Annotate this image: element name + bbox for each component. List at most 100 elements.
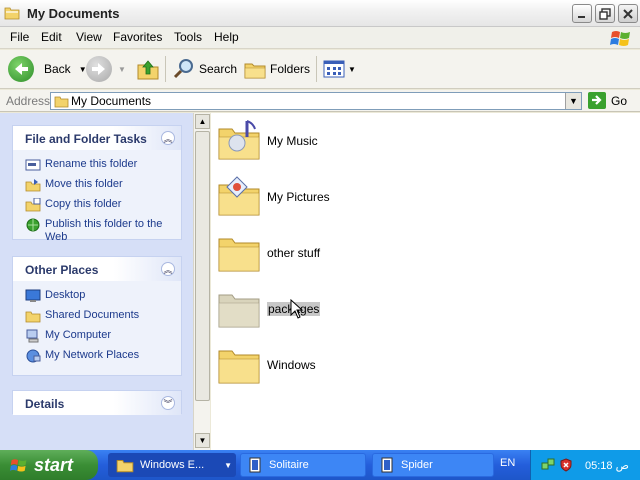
- desktop-link[interactable]: Desktop: [25, 289, 85, 303]
- my-network-places-link[interactable]: My Network Places: [25, 349, 139, 363]
- menu-file[interactable]: File: [10, 30, 29, 44]
- folder-icon: [218, 294, 260, 328]
- address-input[interactable]: My Documents ▼: [50, 92, 582, 110]
- collapse-icon[interactable]: ︽: [161, 131, 175, 145]
- toolbar-separator: [316, 56, 317, 82]
- move-icon: [25, 179, 41, 192]
- maximize-button[interactable]: [595, 4, 615, 23]
- other-places-panel: Other Places ︽ Desktop Shared Documents …: [12, 256, 182, 376]
- views-icon: [323, 60, 345, 78]
- task-pane-scrollbar[interactable]: ▲ ▼: [193, 113, 210, 450]
- publish-folder-link[interactable]: Publish this folder to the Web: [25, 218, 165, 244]
- panel-title: File and Folder Tasks: [25, 132, 147, 146]
- language-indicator[interactable]: EN: [500, 457, 515, 469]
- close-button[interactable]: [618, 4, 638, 23]
- task-label: My Computer: [45, 329, 112, 341]
- cards-icon: [249, 457, 261, 473]
- folder-item-windows[interactable]: Windows: [217, 343, 316, 387]
- windows-logo-icon: [610, 31, 630, 46]
- chevron-down-icon: ▼: [569, 96, 578, 106]
- task-pane: File and Folder Tasks ︽ Rename this fold…: [0, 113, 193, 450]
- menu-edit[interactable]: Edit: [41, 30, 62, 44]
- task-label: Desktop: [45, 289, 86, 301]
- folder-item-my-pictures[interactable]: My Pictures: [217, 175, 330, 219]
- close-icon: [623, 8, 633, 19]
- desktop-icon: [25, 289, 41, 302]
- pictures-folder-icon: [218, 176, 260, 216]
- go-label: Go: [611, 93, 628, 108]
- folder-name: My Music: [267, 134, 318, 148]
- rename-folder-link[interactable]: Rename this folder: [25, 158, 137, 172]
- taskbar-button-solitaire[interactable]: Solitaire: [240, 453, 366, 477]
- folder-item-other-stuff[interactable]: other stuff: [217, 231, 320, 275]
- window-title: My Documents: [27, 6, 120, 21]
- task-label: Publish this folder to the Web: [45, 218, 163, 243]
- folders-icon: [244, 63, 266, 79]
- cards-icon: [381, 457, 393, 473]
- details-header[interactable]: Details ︾: [13, 391, 181, 415]
- restore-icon: [599, 7, 611, 20]
- security-shield-icon[interactable]: [559, 458, 573, 472]
- cursor-icon: [290, 299, 304, 319]
- taskbar: start Windows E... ▼ Solitaire Spider EN…: [0, 450, 640, 480]
- expand-icon[interactable]: ︾: [161, 396, 175, 410]
- shared-documents-link[interactable]: Shared Documents: [25, 309, 139, 323]
- back-button[interactable]: Back ▼: [8, 54, 87, 84]
- my-computer-link[interactable]: My Computer: [25, 329, 111, 343]
- network-icon[interactable]: [541, 458, 555, 472]
- views-dropdown-icon[interactable]: ▼: [348, 65, 356, 74]
- toolbar-separator: [165, 56, 166, 82]
- copy-icon: [25, 198, 41, 212]
- other-places-header[interactable]: Other Places ︽: [13, 257, 181, 281]
- start-button[interactable]: start: [0, 450, 98, 480]
- taskbar-button-spider[interactable]: Spider: [372, 453, 494, 477]
- forward-arrow-icon: [86, 56, 112, 82]
- folder-icon: [116, 460, 134, 473]
- address-dropdown-button[interactable]: ▼: [565, 93, 581, 109]
- folder-icon: [25, 311, 41, 323]
- title-bar[interactable]: My Documents: [0, 0, 640, 27]
- menu-favorites[interactable]: Favorites: [113, 30, 162, 44]
- menu-view[interactable]: View: [76, 30, 102, 44]
- folders-label: Folders: [270, 62, 311, 76]
- search-button[interactable]: Search: [172, 54, 237, 84]
- scroll-up-icon[interactable]: ▲: [195, 114, 210, 129]
- up-folder-button[interactable]: [136, 54, 160, 84]
- windows-logo-icon: [10, 459, 27, 472]
- scroll-down-icon[interactable]: ▼: [195, 433, 210, 448]
- move-folder-link[interactable]: Move this folder: [25, 178, 123, 192]
- start-label: start: [34, 454, 74, 475]
- minimize-button[interactable]: [572, 4, 592, 23]
- copy-folder-link[interactable]: Copy this folder: [25, 198, 121, 212]
- folders-button[interactable]: Folders: [243, 54, 310, 84]
- scroll-thumb[interactable]: [195, 131, 210, 401]
- task-label: Shared Documents: [45, 309, 140, 321]
- go-button[interactable]: Go: [588, 92, 627, 109]
- task-label: Rename this folder: [45, 158, 138, 170]
- chevron-down-icon: ▼: [224, 460, 232, 470]
- task-label: Move this folder: [45, 178, 123, 190]
- task-label: My Network Places: [45, 349, 140, 361]
- file-folder-tasks-header[interactable]: File and Folder Tasks ︽: [13, 126, 181, 150]
- task-label: Copy this folder: [45, 198, 122, 210]
- views-button[interactable]: ▼: [323, 54, 356, 84]
- forward-button[interactable]: ▼: [86, 54, 126, 84]
- network-icon: [26, 349, 41, 363]
- folder-icon: [218, 350, 260, 384]
- folder-item-my-music[interactable]: My Music: [217, 119, 318, 163]
- taskbar-button-windows-explorer[interactable]: Windows E... ▼: [108, 453, 236, 477]
- menu-tools[interactable]: Tools: [174, 30, 202, 44]
- menu-help[interactable]: Help: [214, 30, 239, 44]
- folder-item-packages[interactable]: packages: [217, 287, 321, 331]
- folder-icon: [54, 96, 69, 108]
- folder-icon: [218, 238, 260, 272]
- collapse-icon[interactable]: ︽: [161, 262, 175, 276]
- file-list: My Music My Pictures other stuff package…: [211, 113, 640, 450]
- file-folder-tasks-panel: File and Folder Tasks ︽ Rename this fold…: [12, 125, 182, 243]
- forward-dropdown-icon[interactable]: ▼: [118, 65, 126, 74]
- panel-title: Other Places: [25, 263, 99, 277]
- music-folder-icon: [218, 120, 260, 160]
- rename-icon: [25, 159, 41, 171]
- folder-name: My Pictures: [267, 190, 330, 204]
- address-value: My Documents: [71, 94, 152, 108]
